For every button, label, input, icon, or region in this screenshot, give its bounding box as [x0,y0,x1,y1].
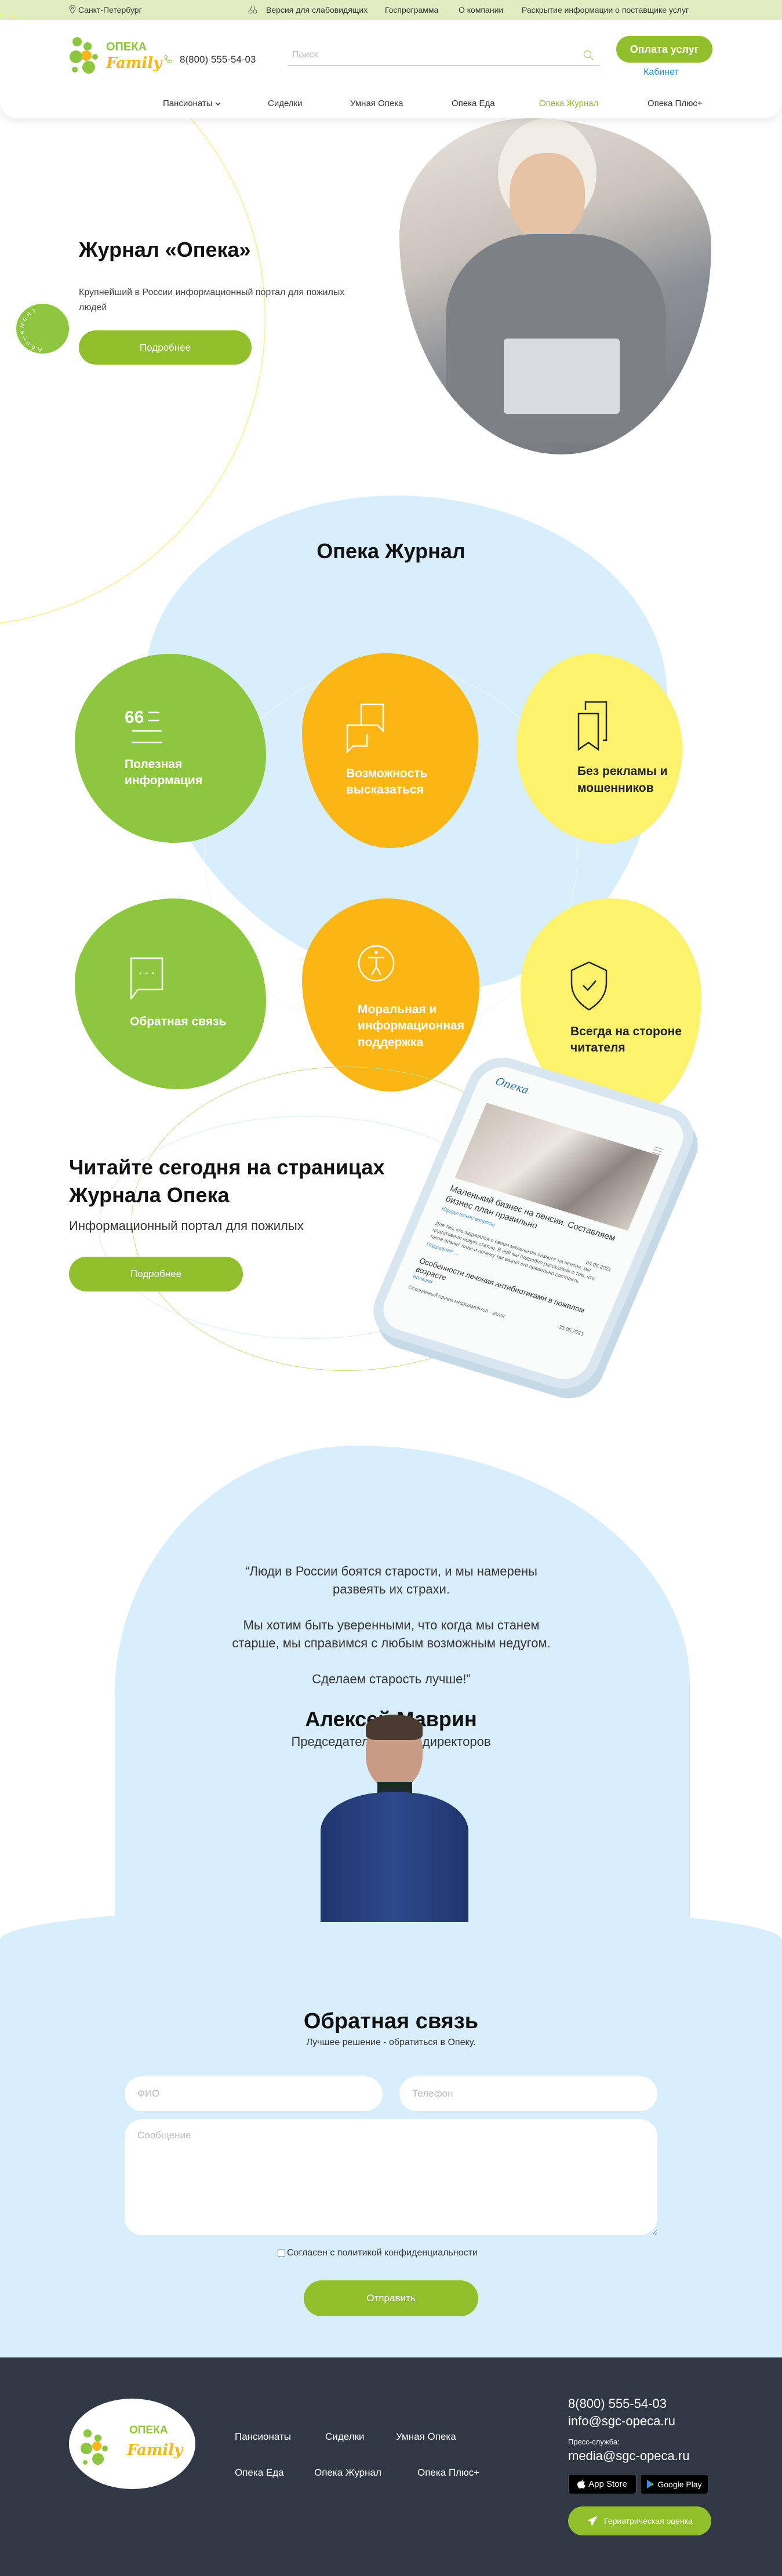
logo-dots-icon [81,2429,108,2465]
chevron-down-icon [215,102,221,106]
nav-umnaya-opeka[interactable]: Умная Опека [350,99,403,108]
header-phone[interactable]: 8(800) 555-54-03 [180,54,256,66]
footer-phone[interactable]: 8(800) 555-54-03 [568,2396,667,2411]
features-title: Опека Журнал [317,539,465,563]
footer-link-sidelki[interactable]: Сиделки [325,2431,364,2443]
pay-services-button[interactable]: Оплата услуг [616,36,712,63]
footer-logo[interactable]: ОПЕКА Family [69,2399,195,2489]
nav-sidelki[interactable]: Сиделки [268,99,303,108]
director-photo [321,1715,468,1922]
shield-check-icon [570,961,608,1011]
footer-link-pansionaty[interactable]: Пансионаты [235,2431,291,2443]
google-play-icon [647,2480,654,2488]
gosprogramma-link[interactable]: Госпрограмма [385,5,438,14]
cabinet-link[interactable]: Кабинет [643,67,679,78]
message-dots-icon [130,958,163,1000]
consent-checkbox[interactable] [278,2248,285,2258]
svg-text:Абонемент: Абонемент [19,306,43,353]
read-subtitle: Информационный портал для пожилых [69,1218,304,1233]
footer-email[interactable]: info@sgc-opeca.ru [568,2414,675,2429]
apple-icon [577,2480,586,2488]
about-link[interactable]: О компании [459,5,503,14]
logo[interactable]: ОПЕКА Family [69,36,162,78]
feature-feedback: Обратная связь [75,898,266,1089]
logo-dots-icon [70,37,98,74]
google-play-button[interactable]: Google Play [640,2474,708,2494]
quote-lines-icon: 66 [125,708,162,743]
app-store-button[interactable]: App Store [568,2474,636,2494]
subscription-badge[interactable]: Абонемент [16,304,69,354]
phone-icon [164,54,172,64]
subscription-badge-text: Абонемент [19,306,43,353]
paper-plane-icon [587,2516,598,2526]
hero-title: Журнал «Опека» [79,238,251,261]
search-box [288,45,599,66]
geriatric-assessment-button[interactable]: Гериатрическая оценка [568,2506,711,2535]
svg-text:66: 66 [125,708,144,727]
nav-pansionaty[interactable]: Пансионаты [163,99,221,108]
accessibility-version-link[interactable]: Версия для слабовидящих [266,5,368,14]
footer: ОПЕКА Family Пансионаты Сиделки Умная Оп… [0,2357,782,2576]
consent-checkbox-label[interactable]: Согласен с политикой конфиденциальности [278,2248,478,2258]
accessibility-icon [358,945,395,982]
phone-input[interactable] [399,2076,657,2111]
press-label: Пресс-служба: [568,2437,620,2446]
header: ОПЕКА Family 8(800) 555-54-03 Оплата усл… [0,20,782,118]
submit-button[interactable]: Отправить [304,2280,478,2316]
hero-subtitle: Крупнейший в России информационный порта… [79,288,345,312]
read-more-button[interactable]: Подробнее [69,1257,243,1291]
feedback-subtitle: Лучшее решение - обратиться в Опеку. [306,2037,476,2047]
hero-more-button[interactable]: Подробнее [79,330,252,365]
search-input[interactable] [288,45,566,65]
footer-link-opeka-plus[interactable]: Опека Плюс+ [417,2467,479,2479]
nav-opeka-zhurnal[interactable]: Опека Журнал [539,99,598,108]
footer-link-opeka-eda[interactable]: Опека Еда [235,2467,284,2479]
feature-moral-support: Моральная и информационная поддержка [302,898,479,1091]
name-input[interactable] [125,2076,383,2111]
quote-text: “Люди в России боятся старости, и мы нам… [232,1564,551,1686]
read-title: Читайте сегодня на страницах Журнала Опе… [69,1155,385,1207]
message-textarea[interactable] [125,2119,657,2235]
press-email[interactable]: media@sgc-opeca.ru [568,2448,689,2464]
footer-link-umnaya-opeka[interactable]: Умная Опека [396,2431,456,2443]
disclosure-link[interactable]: Раскрытие информации о поставщике услуг [522,5,689,14]
bookmark-icon [577,701,608,751]
hero-image-elderly-woman-laptop [399,118,711,454]
nav-opeka-plus[interactable]: Опека Плюс+ [648,99,703,108]
footer-link-opeka-zhurnal[interactable]: Опека Журнал [314,2467,381,2479]
nav-opeka-eda[interactable]: Опека Еда [452,99,495,108]
search-icon[interactable] [583,50,594,60]
chat-bubbles-icon [346,703,384,753]
feedback-title: Обратная связь [303,2009,479,2033]
